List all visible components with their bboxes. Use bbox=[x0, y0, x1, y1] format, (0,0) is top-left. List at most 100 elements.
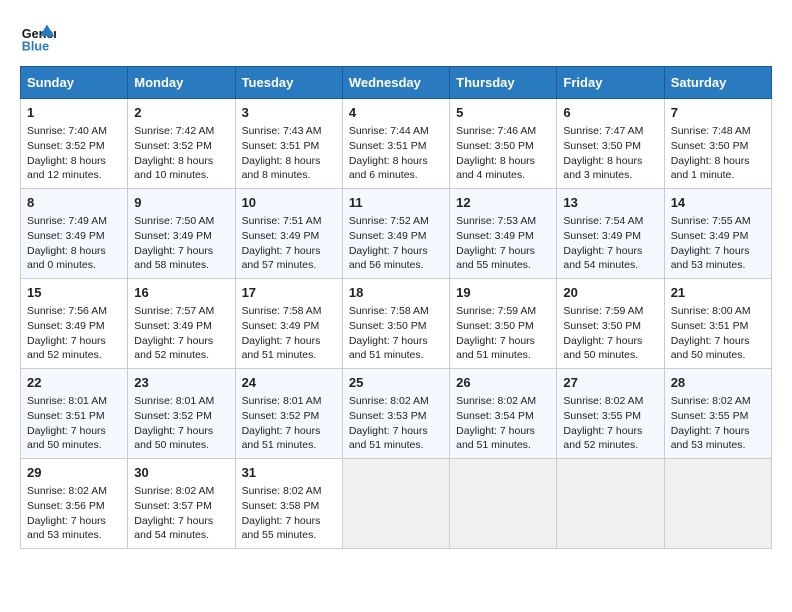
day-number: 12 bbox=[456, 194, 550, 212]
calendar-cell: 13Sunrise: 7:54 AM Sunset: 3:49 PM Dayli… bbox=[557, 189, 664, 279]
day-number: 8 bbox=[27, 194, 121, 212]
day-number: 20 bbox=[563, 284, 657, 302]
day-number: 17 bbox=[242, 284, 336, 302]
day-info: Sunrise: 8:02 AM Sunset: 3:56 PM Dayligh… bbox=[27, 484, 121, 543]
day-number: 22 bbox=[27, 374, 121, 392]
day-info: Sunrise: 7:48 AM Sunset: 3:50 PM Dayligh… bbox=[671, 124, 765, 183]
day-info: Sunrise: 7:42 AM Sunset: 3:52 PM Dayligh… bbox=[134, 124, 228, 183]
day-number: 26 bbox=[456, 374, 550, 392]
calendar-body: 1Sunrise: 7:40 AM Sunset: 3:52 PM Daylig… bbox=[21, 99, 772, 549]
day-number: 9 bbox=[134, 194, 228, 212]
day-info: Sunrise: 8:02 AM Sunset: 3:55 PM Dayligh… bbox=[563, 394, 657, 453]
day-number: 1 bbox=[27, 104, 121, 122]
calendar-cell: 11Sunrise: 7:52 AM Sunset: 3:49 PM Dayli… bbox=[342, 189, 449, 279]
week-row-3: 15Sunrise: 7:56 AM Sunset: 3:49 PM Dayli… bbox=[21, 279, 772, 369]
day-number: 18 bbox=[349, 284, 443, 302]
calendar-cell: 29 Sunrise: 8:02 AM Sunset: 3:56 PM Dayli… bbox=[21, 459, 128, 549]
calendar-cell: 22Sunrise: 8:01 AM Sunset: 3:51 PM Dayli… bbox=[21, 369, 128, 459]
day-info: Sunrise: 7:55 AM Sunset: 3:49 PM Dayligh… bbox=[671, 214, 765, 273]
day-info: Sunrise: 8:02 AM Sunset: 3:57 PM Dayligh… bbox=[134, 484, 228, 543]
day-info: Sunrise: 7:50 AM Sunset: 3:49 PM Dayligh… bbox=[134, 214, 228, 273]
calendar-cell: 12 Sunrise: 7:53 AM Sunset: 3:49 PM Dayli… bbox=[450, 189, 557, 279]
day-info: Sunrise: 8:02 AM Sunset: 3:53 PM Dayligh… bbox=[349, 394, 443, 453]
day-info: Sunrise: 8:01 AM Sunset: 3:52 PM Dayligh… bbox=[134, 394, 228, 453]
day-number: 28 bbox=[671, 374, 765, 392]
calendar-cell: 9 Sunrise: 7:50 AM Sunset: 3:49 PM Daylig… bbox=[128, 189, 235, 279]
calendar-cell: 17 Sunrise: 7:58 AM Sunset: 3:49 PM Dayli… bbox=[235, 279, 342, 369]
week-row-4: 22Sunrise: 8:01 AM Sunset: 3:51 PM Dayli… bbox=[21, 369, 772, 459]
day-number: 10 bbox=[242, 194, 336, 212]
day-number: 23 bbox=[134, 374, 228, 392]
calendar-cell: 25 Sunrise: 8:02 AM Sunset: 3:53 PM Dayli… bbox=[342, 369, 449, 459]
page-header: General Blue bbox=[20, 20, 772, 56]
calendar-cell: 16Sunrise: 7:57 AM Sunset: 3:49 PM Dayli… bbox=[128, 279, 235, 369]
calendar-cell: 8 Sunrise: 7:49 AM Sunset: 3:49 PM Daylig… bbox=[21, 189, 128, 279]
calendar-cell bbox=[450, 459, 557, 549]
calendar-cell: 23 Sunrise: 8:01 AM Sunset: 3:52 PM Dayli… bbox=[128, 369, 235, 459]
day-number: 25 bbox=[349, 374, 443, 392]
day-info: Sunrise: 7:53 AM Sunset: 3:49 PM Dayligh… bbox=[456, 214, 550, 273]
col-header-wednesday: Wednesday bbox=[342, 67, 449, 99]
day-number: 21 bbox=[671, 284, 765, 302]
day-info: Sunrise: 8:02 AM Sunset: 3:55 PM Dayligh… bbox=[671, 394, 765, 453]
day-number: 6 bbox=[563, 104, 657, 122]
day-info: Sunrise: 8:00 AM Sunset: 3:51 PM Dayligh… bbox=[671, 304, 765, 363]
col-header-monday: Monday bbox=[128, 67, 235, 99]
day-number: 27 bbox=[563, 374, 657, 392]
day-info: Sunrise: 8:02 AM Sunset: 3:54 PM Dayligh… bbox=[456, 394, 550, 453]
calendar-header-row: SundayMondayTuesdayWednesdayThursdayFrid… bbox=[21, 67, 772, 99]
day-number: 30 bbox=[134, 464, 228, 482]
calendar-cell: 15Sunrise: 7:56 AM Sunset: 3:49 PM Dayli… bbox=[21, 279, 128, 369]
day-number: 15 bbox=[27, 284, 121, 302]
day-info: Sunrise: 7:59 AM Sunset: 3:50 PM Dayligh… bbox=[563, 304, 657, 363]
day-info: Sunrise: 7:52 AM Sunset: 3:49 PM Dayligh… bbox=[349, 214, 443, 273]
day-number: 14 bbox=[671, 194, 765, 212]
calendar-cell: 24 Sunrise: 8:01 AM Sunset: 3:52 PM Dayli… bbox=[235, 369, 342, 459]
calendar-cell: 28 Sunrise: 8:02 AM Sunset: 3:55 PM Dayli… bbox=[664, 369, 771, 459]
day-number: 3 bbox=[242, 104, 336, 122]
day-number: 31 bbox=[242, 464, 336, 482]
day-info: Sunrise: 7:51 AM Sunset: 3:49 PM Dayligh… bbox=[242, 214, 336, 273]
day-number: 7 bbox=[671, 104, 765, 122]
day-number: 4 bbox=[349, 104, 443, 122]
day-number: 24 bbox=[242, 374, 336, 392]
day-number: 29 bbox=[27, 464, 121, 482]
calendar-cell: 1Sunrise: 7:40 AM Sunset: 3:52 PM Daylig… bbox=[21, 99, 128, 189]
calendar-cell: 14 Sunrise: 7:55 AM Sunset: 3:49 PM Dayli… bbox=[664, 189, 771, 279]
col-header-friday: Friday bbox=[557, 67, 664, 99]
calendar-cell: 31 Sunrise: 8:02 AM Sunset: 3:58 PM Dayli… bbox=[235, 459, 342, 549]
day-info: Sunrise: 7:49 AM Sunset: 3:49 PM Dayligh… bbox=[27, 214, 121, 273]
day-info: Sunrise: 7:59 AM Sunset: 3:50 PM Dayligh… bbox=[456, 304, 550, 363]
col-header-thursday: Thursday bbox=[450, 67, 557, 99]
calendar-cell: 20 Sunrise: 7:59 AM Sunset: 3:50 PM Dayli… bbox=[557, 279, 664, 369]
col-header-sunday: Sunday bbox=[21, 67, 128, 99]
week-row-2: 8 Sunrise: 7:49 AM Sunset: 3:49 PM Daylig… bbox=[21, 189, 772, 279]
day-info: Sunrise: 8:01 AM Sunset: 3:52 PM Dayligh… bbox=[242, 394, 336, 453]
col-header-tuesday: Tuesday bbox=[235, 67, 342, 99]
calendar-cell: 30 Sunrise: 8:02 AM Sunset: 3:57 PM Dayli… bbox=[128, 459, 235, 549]
day-number: 19 bbox=[456, 284, 550, 302]
calendar-cell: 10 Sunrise: 7:51 AM Sunset: 3:49 PM Dayli… bbox=[235, 189, 342, 279]
week-row-5: 29 Sunrise: 8:02 AM Sunset: 3:56 PM Dayli… bbox=[21, 459, 772, 549]
day-info: Sunrise: 7:57 AM Sunset: 3:49 PM Dayligh… bbox=[134, 304, 228, 363]
calendar-cell: 3Sunrise: 7:43 AM Sunset: 3:51 PM Daylig… bbox=[235, 99, 342, 189]
day-info: Sunrise: 7:44 AM Sunset: 3:51 PM Dayligh… bbox=[349, 124, 443, 183]
svg-text:Blue: Blue bbox=[22, 40, 49, 54]
calendar-cell: 26 Sunrise: 8:02 AM Sunset: 3:54 PM Dayli… bbox=[450, 369, 557, 459]
calendar-cell: 19 Sunrise: 7:59 AM Sunset: 3:50 PM Dayli… bbox=[450, 279, 557, 369]
logo: General Blue bbox=[20, 20, 56, 56]
day-info: Sunrise: 7:58 AM Sunset: 3:50 PM Dayligh… bbox=[349, 304, 443, 363]
calendar-cell: 2Sunrise: 7:42 AM Sunset: 3:52 PM Daylig… bbox=[128, 99, 235, 189]
calendar-cell: 21 Sunrise: 8:00 AM Sunset: 3:51 PM Dayli… bbox=[664, 279, 771, 369]
calendar-cell bbox=[557, 459, 664, 549]
calendar-cell: 6 Sunrise: 7:47 AM Sunset: 3:50 PM Daylig… bbox=[557, 99, 664, 189]
day-info: Sunrise: 7:58 AM Sunset: 3:49 PM Dayligh… bbox=[242, 304, 336, 363]
day-info: Sunrise: 8:02 AM Sunset: 3:58 PM Dayligh… bbox=[242, 484, 336, 543]
day-info: Sunrise: 7:54 AM Sunset: 3:49 PM Dayligh… bbox=[563, 214, 657, 273]
day-info: Sunrise: 7:46 AM Sunset: 3:50 PM Dayligh… bbox=[456, 124, 550, 183]
calendar-cell: 5Sunrise: 7:46 AM Sunset: 3:50 PM Daylig… bbox=[450, 99, 557, 189]
calendar-cell bbox=[664, 459, 771, 549]
calendar-cell: 18 Sunrise: 7:58 AM Sunset: 3:50 PM Dayli… bbox=[342, 279, 449, 369]
col-header-saturday: Saturday bbox=[664, 67, 771, 99]
day-info: Sunrise: 7:47 AM Sunset: 3:50 PM Dayligh… bbox=[563, 124, 657, 183]
